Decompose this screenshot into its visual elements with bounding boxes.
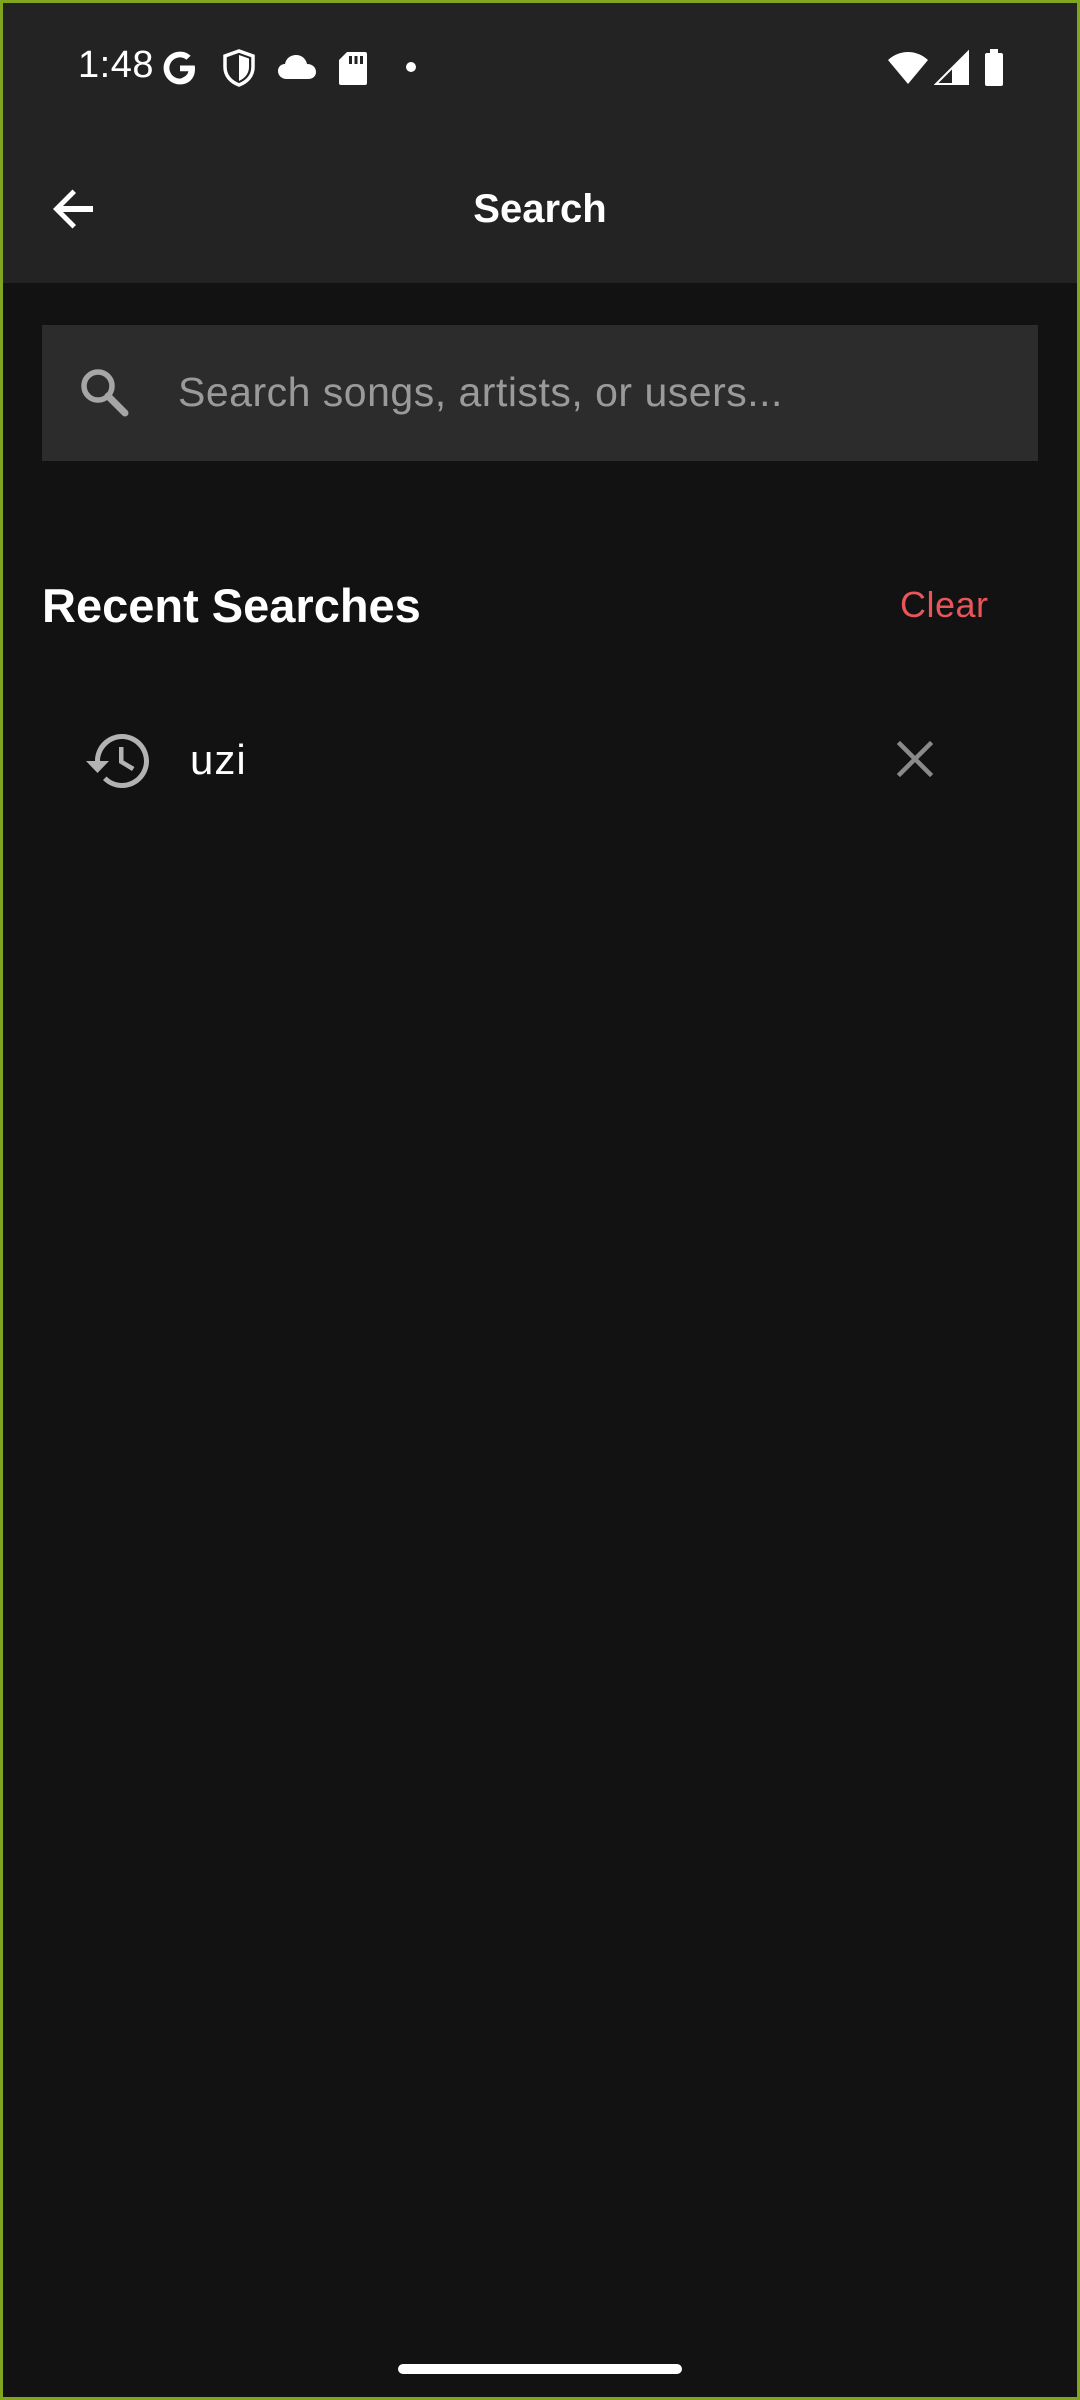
back-button[interactable]: [34, 169, 114, 249]
dot-icon: [404, 60, 418, 79]
app-bar: Search: [0, 136, 1080, 283]
status-time: 1:48: [78, 44, 154, 86]
search-input[interactable]: [178, 340, 1018, 444]
clear-button[interactable]: Clear: [900, 584, 989, 626]
close-icon: [896, 740, 934, 778]
remove-recent-search-button[interactable]: [880, 724, 950, 794]
recent-searches-title: Recent Searches: [42, 579, 421, 632]
battery-icon: [982, 48, 1006, 93]
search-icon: [81, 369, 129, 417]
cellular-signal-icon: [933, 48, 970, 93]
recent-search-item[interactable]: uzi: [42, 700, 1038, 830]
shield-icon: [220, 48, 258, 93]
recent-search-label: uzi: [190, 736, 247, 783]
sd-card-icon: [336, 48, 370, 93]
google-icon: [160, 48, 200, 93]
home-indicator[interactable]: [398, 2364, 682, 2374]
arrow-back-icon: [53, 189, 93, 229]
wifi-icon: [886, 48, 930, 93]
cloud-icon: [276, 48, 318, 93]
history-icon: [86, 734, 149, 788]
status-bar: 1:48: [0, 0, 1080, 136]
page-title: Search: [473, 187, 607, 231]
